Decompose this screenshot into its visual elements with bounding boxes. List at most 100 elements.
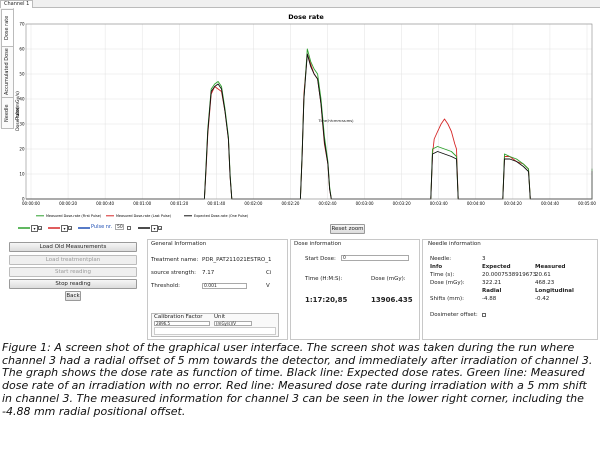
x-tick-label: 00:03:00 bbox=[356, 201, 374, 206]
tab-channel-1[interactable]: Channel 1 bbox=[0, 0, 34, 8]
red-line-swatch bbox=[48, 227, 60, 229]
needle-time-label: Time (s): bbox=[430, 272, 455, 278]
treatment-name-label: Treatment name: bbox=[151, 257, 199, 263]
source-strength-value: 7.17 bbox=[202, 270, 215, 276]
blue-line-swatch bbox=[78, 227, 90, 229]
toggle-last-pulse-checkbox[interactable]: ✓ bbox=[68, 225, 72, 230]
shift-radial-value: -4.88 bbox=[482, 296, 497, 302]
dose-info-title: Dose information bbox=[294, 241, 342, 247]
toggle-expected-checkbox[interactable]: ✓ bbox=[158, 225, 162, 230]
source-strength-label: source strength: bbox=[151, 270, 197, 276]
toggle-first-pulse-dropdown[interactable]: ▾ bbox=[31, 225, 38, 232]
dose-mgy-label: Dose (mGy): bbox=[371, 276, 406, 282]
side-tab-dose-rate[interactable]: Dose rate bbox=[1, 9, 14, 47]
figure-caption: Figure 1: A screen shot of the graphical… bbox=[2, 341, 598, 418]
calibration-factor-header: Calibration Factor bbox=[154, 314, 203, 320]
toggle-pulse-nr-checkbox[interactable] bbox=[127, 225, 131, 230]
unit-header: Unit bbox=[214, 314, 226, 320]
toggle-first-pulse-checkbox[interactable]: ✓ bbox=[38, 225, 42, 230]
side-tab-strip: Dose rate Accumulated Dose Needle Pulse bbox=[0, 8, 21, 129]
calibration-factor-input[interactable]: 2896.5 bbox=[154, 321, 210, 326]
stop-reading-button[interactable]: Stop reading bbox=[9, 279, 137, 289]
plot-frame bbox=[25, 23, 593, 200]
green-line-swatch bbox=[18, 227, 30, 229]
pulse-nr-input[interactable]: 50 bbox=[115, 224, 124, 230]
tab-bar: Channel 1 bbox=[0, 0, 600, 8]
chart-grid bbox=[26, 23, 592, 200]
legend-entry: Expected Dose-rate (One Pulse) bbox=[194, 214, 249, 218]
x-tick-label: 00:00:20 bbox=[59, 201, 77, 206]
y-tick-label: 50 bbox=[19, 72, 25, 77]
x-tick-label: 00:01:40 bbox=[207, 201, 225, 206]
y-tick-label: 20 bbox=[19, 147, 25, 152]
x-tick-label: 00:01:20 bbox=[170, 201, 188, 206]
longitudinal-header: Longitudinal bbox=[535, 288, 574, 294]
y-tick-label: 60 bbox=[19, 47, 25, 52]
chart-title: Dose rate bbox=[288, 13, 324, 21]
calibration-table: Calibration Factor Unit 2896.5 (mGy/s)/V bbox=[151, 313, 279, 337]
dosimeter-offset-checkbox[interactable] bbox=[482, 313, 486, 317]
info-header: Info bbox=[430, 264, 443, 270]
x-tick-label: 00:02:00 bbox=[244, 201, 262, 206]
x-tick-label: 00:04:20 bbox=[504, 201, 522, 206]
needle-information-panel: Needle information Needle: 3 Info Expect… bbox=[422, 239, 598, 340]
general-info-title: General Information bbox=[151, 241, 207, 247]
dose-information-panel: Dose information Start Dose: 0 Time (H:M… bbox=[290, 239, 420, 340]
needle-dose-label: Dose (mGy): bbox=[430, 280, 465, 286]
x-tick-label: 00:05:00 bbox=[578, 201, 596, 206]
calibration-unit-input[interactable]: (mGy/s)/V bbox=[214, 321, 252, 326]
x-tick-label: 00:02:20 bbox=[281, 201, 299, 206]
needle-label: Needle: bbox=[430, 256, 452, 262]
shifts-label: Shifts (mm): bbox=[430, 296, 464, 302]
back-button[interactable]: Back bbox=[65, 291, 81, 301]
general-information-panel: General Information Treatment name: PDR_… bbox=[147, 239, 288, 340]
expected-header: Expected bbox=[482, 264, 511, 270]
x-tick-label: 00:03:40 bbox=[430, 201, 448, 206]
x-tick-label: 00:00:40 bbox=[96, 201, 114, 206]
y-tick-label: 10 bbox=[19, 172, 25, 177]
y-tick-label: 40 bbox=[19, 97, 25, 102]
side-tab-needle-pulse[interactable]: Needle Pulse bbox=[1, 97, 21, 129]
time-hms-label: Time (H:M:S): bbox=[305, 276, 343, 282]
legend-entry: Measured Dose-rate (Last Pulse) bbox=[116, 214, 172, 218]
needle-time-measured: 20.61 bbox=[535, 272, 551, 278]
caption-paragraph-2: The graph shows the dose rate as functio… bbox=[2, 366, 587, 418]
caption-paragraph-1: Figure 1: A screen shot of the graphical… bbox=[2, 341, 593, 367]
dosimeter-offset-label: Dosimeter offset: bbox=[430, 312, 478, 318]
toggle-last-pulse-dropdown[interactable]: ▾ bbox=[61, 225, 68, 232]
start-dose-input[interactable]: 0 bbox=[341, 255, 409, 261]
black-line-swatch bbox=[138, 227, 150, 229]
shift-longitudinal-value: -0.42 bbox=[535, 296, 550, 302]
calibration-empty-row bbox=[154, 327, 276, 335]
treatment-name-value: PDR_PAT211021ESTRO_1 bbox=[202, 257, 272, 263]
total-dose-value: 13906.435 bbox=[371, 296, 413, 304]
series-toggle-row: ▾ ✓ ▾ ✓ Pulse nr. 50 ▾ ✓ bbox=[14, 224, 598, 233]
x-tick-label: 00:03:20 bbox=[393, 201, 411, 206]
elapsed-time-value: 1:17:20,85 bbox=[305, 296, 348, 304]
start-dose-label: Start Dose: bbox=[305, 256, 336, 262]
needle-dose-expected: 322.21 bbox=[482, 280, 502, 286]
needle-value: 3 bbox=[482, 256, 486, 262]
series-line-1 bbox=[26, 53, 593, 200]
threshold-label: Threshold: bbox=[151, 283, 180, 289]
x-tick-label: 00:01:00 bbox=[133, 201, 151, 206]
x-tick-label: 00:02:40 bbox=[319, 201, 337, 206]
side-tab-accumulated-dose[interactable]: Accumulated Dose bbox=[1, 46, 14, 98]
threshold-unit: V bbox=[266, 283, 270, 289]
threshold-input[interactable]: 0.001 bbox=[202, 283, 247, 289]
x-tick-label: 00:04:00 bbox=[467, 201, 485, 206]
y-tick-label: 30 bbox=[19, 122, 25, 127]
load-old-measurements-button[interactable]: Load Old Measurements bbox=[9, 242, 137, 252]
toggle-expected-dropdown[interactable]: ▾ bbox=[151, 225, 158, 232]
series-line-2 bbox=[26, 53, 593, 200]
dose-rate-chart[interactable]: Dose rate Dose rate(mGy/s) Time(hh:mm:ss… bbox=[14, 8, 598, 235]
reset-zoom-button[interactable]: Reset zoom bbox=[330, 224, 365, 234]
x-tick-label: 00:04:40 bbox=[541, 201, 559, 206]
pulse-nr-label: Pulse nr. bbox=[91, 224, 113, 230]
x-tick-label: 00:00:00 bbox=[22, 201, 40, 206]
y-tick-label: 70 bbox=[19, 22, 25, 27]
radial-header: Radial bbox=[482, 288, 502, 294]
load-treatmentplan-button[interactable]: Load treatmentplan bbox=[9, 255, 137, 265]
source-strength-unit: Ci bbox=[266, 270, 272, 276]
start-reading-button[interactable]: Start reading bbox=[9, 267, 137, 277]
